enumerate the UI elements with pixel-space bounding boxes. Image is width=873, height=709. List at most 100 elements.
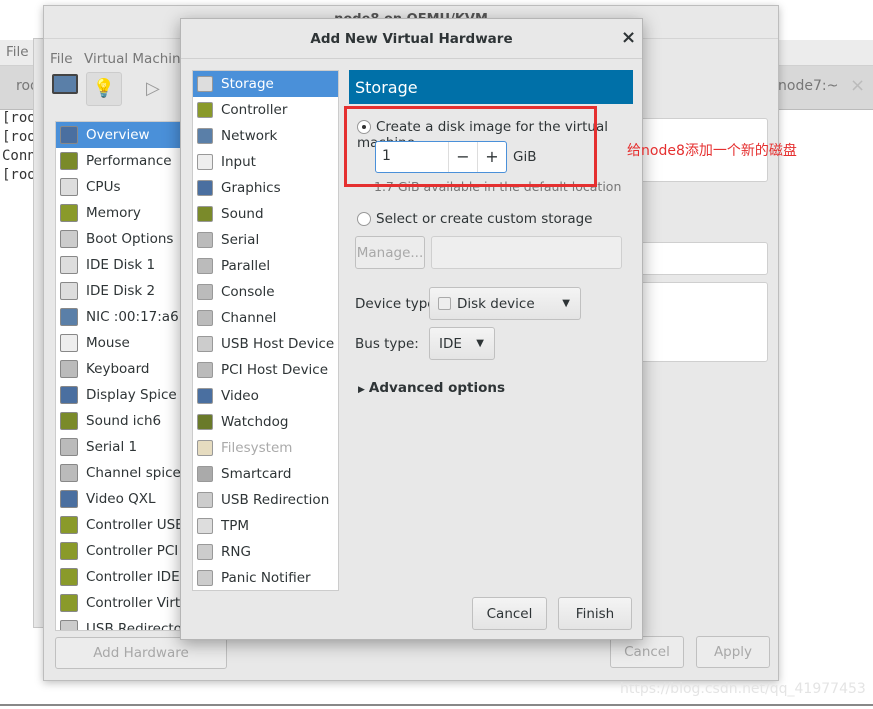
hardware-item-label: Parallel (221, 258, 271, 274)
sidebar-item[interactable]: CPUs (56, 174, 184, 200)
sidebar-item[interactable]: Channel spice (56, 460, 184, 486)
detail-textarea[interactable] (634, 282, 768, 362)
tab-close-icon[interactable]: × (850, 75, 865, 96)
finish-button[interactable]: Finish (558, 597, 632, 630)
hardware-item[interactable]: Channel (193, 305, 338, 331)
sidebar-item-label: Mouse (86, 335, 130, 351)
chevron-down-icon: ▼ (476, 338, 484, 349)
chevron-down-icon: ▼ (562, 298, 570, 309)
sidebar-item[interactable]: IDE Disk 2 (56, 278, 184, 304)
hardware-item[interactable]: Controller (193, 97, 338, 123)
hardware-item[interactable]: Input (193, 149, 338, 175)
sidebar-item-label: Controller VirtIO (86, 595, 185, 611)
hardware-item[interactable]: Graphics (193, 175, 338, 201)
hardware-item[interactable]: TPM (193, 513, 338, 539)
custom-storage-label: Select or create custom storage (376, 211, 593, 227)
monitor-icon (60, 386, 78, 404)
folder-icon (197, 440, 213, 456)
sidebar-item[interactable]: Controller IDE 0 (56, 564, 184, 590)
dialog-cancel-button[interactable]: Cancel (472, 597, 547, 630)
sidebar-item[interactable]: NIC :00:17:a6 (56, 304, 184, 330)
controller-icon (60, 204, 78, 222)
run-icon[interactable]: ▷ (146, 78, 160, 99)
hardware-item-label: Sound (221, 206, 264, 222)
terminal-tab-2[interactable]: node7:~ (778, 78, 838, 94)
hardware-item[interactable]: USB Host Device (193, 331, 338, 357)
hardware-item[interactable]: Serial (193, 227, 338, 253)
sidebar-item-label: Overview (86, 127, 150, 143)
monitor-icon (60, 490, 78, 508)
sidebar-item[interactable]: Sound ich6 (56, 408, 184, 434)
hardware-item[interactable]: Sound (193, 201, 338, 227)
terminal-line: [roo (2, 129, 36, 145)
menu-virtual-machine[interactable]: Virtual Machine (84, 51, 189, 67)
storage-path-input[interactable] (431, 236, 622, 269)
divider (0, 704, 873, 706)
menu-file[interactable]: File (50, 51, 73, 67)
device-type-dropdown[interactable]: Disk device ▼ (429, 287, 581, 320)
sidebar-item-label: USB Redirector 1 (86, 621, 185, 631)
sidebar-item[interactable]: Controller VirtIO (56, 590, 185, 616)
apply-button[interactable]: Apply (696, 636, 770, 668)
hardware-item-label: Storage (221, 76, 274, 92)
hardware-item-label: PCI Host Device (221, 362, 329, 378)
terminal-line: [roo (2, 167, 36, 183)
add-hardware-button[interactable]: Add Hardware (55, 637, 227, 669)
serial-icon (197, 310, 213, 326)
annotation-text: 给node8添加一个新的磁盘 (627, 143, 797, 159)
hardware-item[interactable]: USB Redirection (193, 487, 338, 513)
details-lightbulb-icon[interactable]: 💡 (86, 72, 122, 106)
hardware-item[interactable]: Video (193, 383, 338, 409)
controller-icon (60, 594, 78, 612)
sidebar-item[interactable]: Controller USB 0 (56, 512, 184, 538)
console-icon[interactable] (52, 74, 78, 94)
bus-type-dropdown[interactable]: IDE ▼ (429, 327, 495, 360)
disk-icon (60, 282, 78, 300)
hardware-item[interactable]: Console (193, 279, 338, 305)
rng-icon (197, 544, 213, 560)
usb-icon (60, 620, 78, 630)
watchdog-icon (197, 414, 213, 430)
hardware-item[interactable]: Panic Notifier (193, 565, 338, 591)
custom-storage-radio[interactable]: Select or create custom storage (357, 211, 592, 227)
hardware-item[interactable]: Parallel (193, 253, 338, 279)
hardware-item[interactable]: RNG (193, 539, 338, 565)
serial-icon (60, 464, 78, 482)
hardware-item[interactable]: Network (193, 123, 338, 149)
cancel-button[interactable]: Cancel (610, 636, 684, 668)
hardware-item[interactable]: Filesystem (193, 435, 338, 461)
serial-icon (197, 258, 213, 274)
advanced-options-expander[interactable]: ▶ Advanced options (358, 380, 505, 396)
sidebar-item[interactable]: Memory (56, 200, 184, 226)
hardware-type-list: Storage Controller Network Input Graphics Sou… (192, 70, 339, 591)
sidebar-item[interactable]: Controller PCI 0 (56, 538, 184, 564)
hardware-item[interactable]: Smartcard (193, 461, 338, 487)
sidebar-item[interactable]: Performance (56, 148, 184, 174)
sidebar-item[interactable]: USB Redirector 1 (56, 616, 185, 631)
hardware-item-label: Serial (221, 232, 260, 248)
hardware-item-label: Input (221, 154, 256, 170)
sidebar-item[interactable]: Display Spice (56, 382, 184, 408)
terminal-line: Conn (2, 148, 36, 164)
sidebar-item[interactable]: Keyboard (56, 356, 184, 382)
detail-field[interactable] (634, 242, 768, 275)
hardware-item[interactable]: Storage (193, 71, 338, 97)
radio-unselected-icon[interactable] (357, 212, 371, 226)
sidebar-item[interactable]: IDE Disk 1 (56, 252, 184, 278)
monitor-icon (60, 126, 78, 144)
advanced-options-label: Advanced options (368, 380, 506, 396)
close-icon[interactable]: × (621, 27, 636, 48)
sidebar-item-label: Sound ich6 (86, 413, 162, 429)
hardware-item[interactable]: PCI Host Device (193, 357, 338, 383)
terminal-menu-file[interactable]: File (6, 44, 29, 60)
sidebar-item[interactable]: Video QXL (56, 486, 184, 512)
hardware-item-label: Panic Notifier (221, 570, 311, 586)
sidebar-item[interactable]: Mouse (56, 330, 184, 356)
sidebar-item[interactable]: Serial 1 (56, 434, 184, 460)
sidebar-item[interactable]: Overview (56, 122, 184, 148)
hardware-item[interactable]: Watchdog (193, 409, 338, 435)
device-type-label: Device type: (355, 296, 441, 312)
manage-button[interactable]: Manage... (355, 236, 425, 269)
sidebar-item[interactable]: Boot Options (56, 226, 184, 252)
serial-icon (60, 438, 78, 456)
